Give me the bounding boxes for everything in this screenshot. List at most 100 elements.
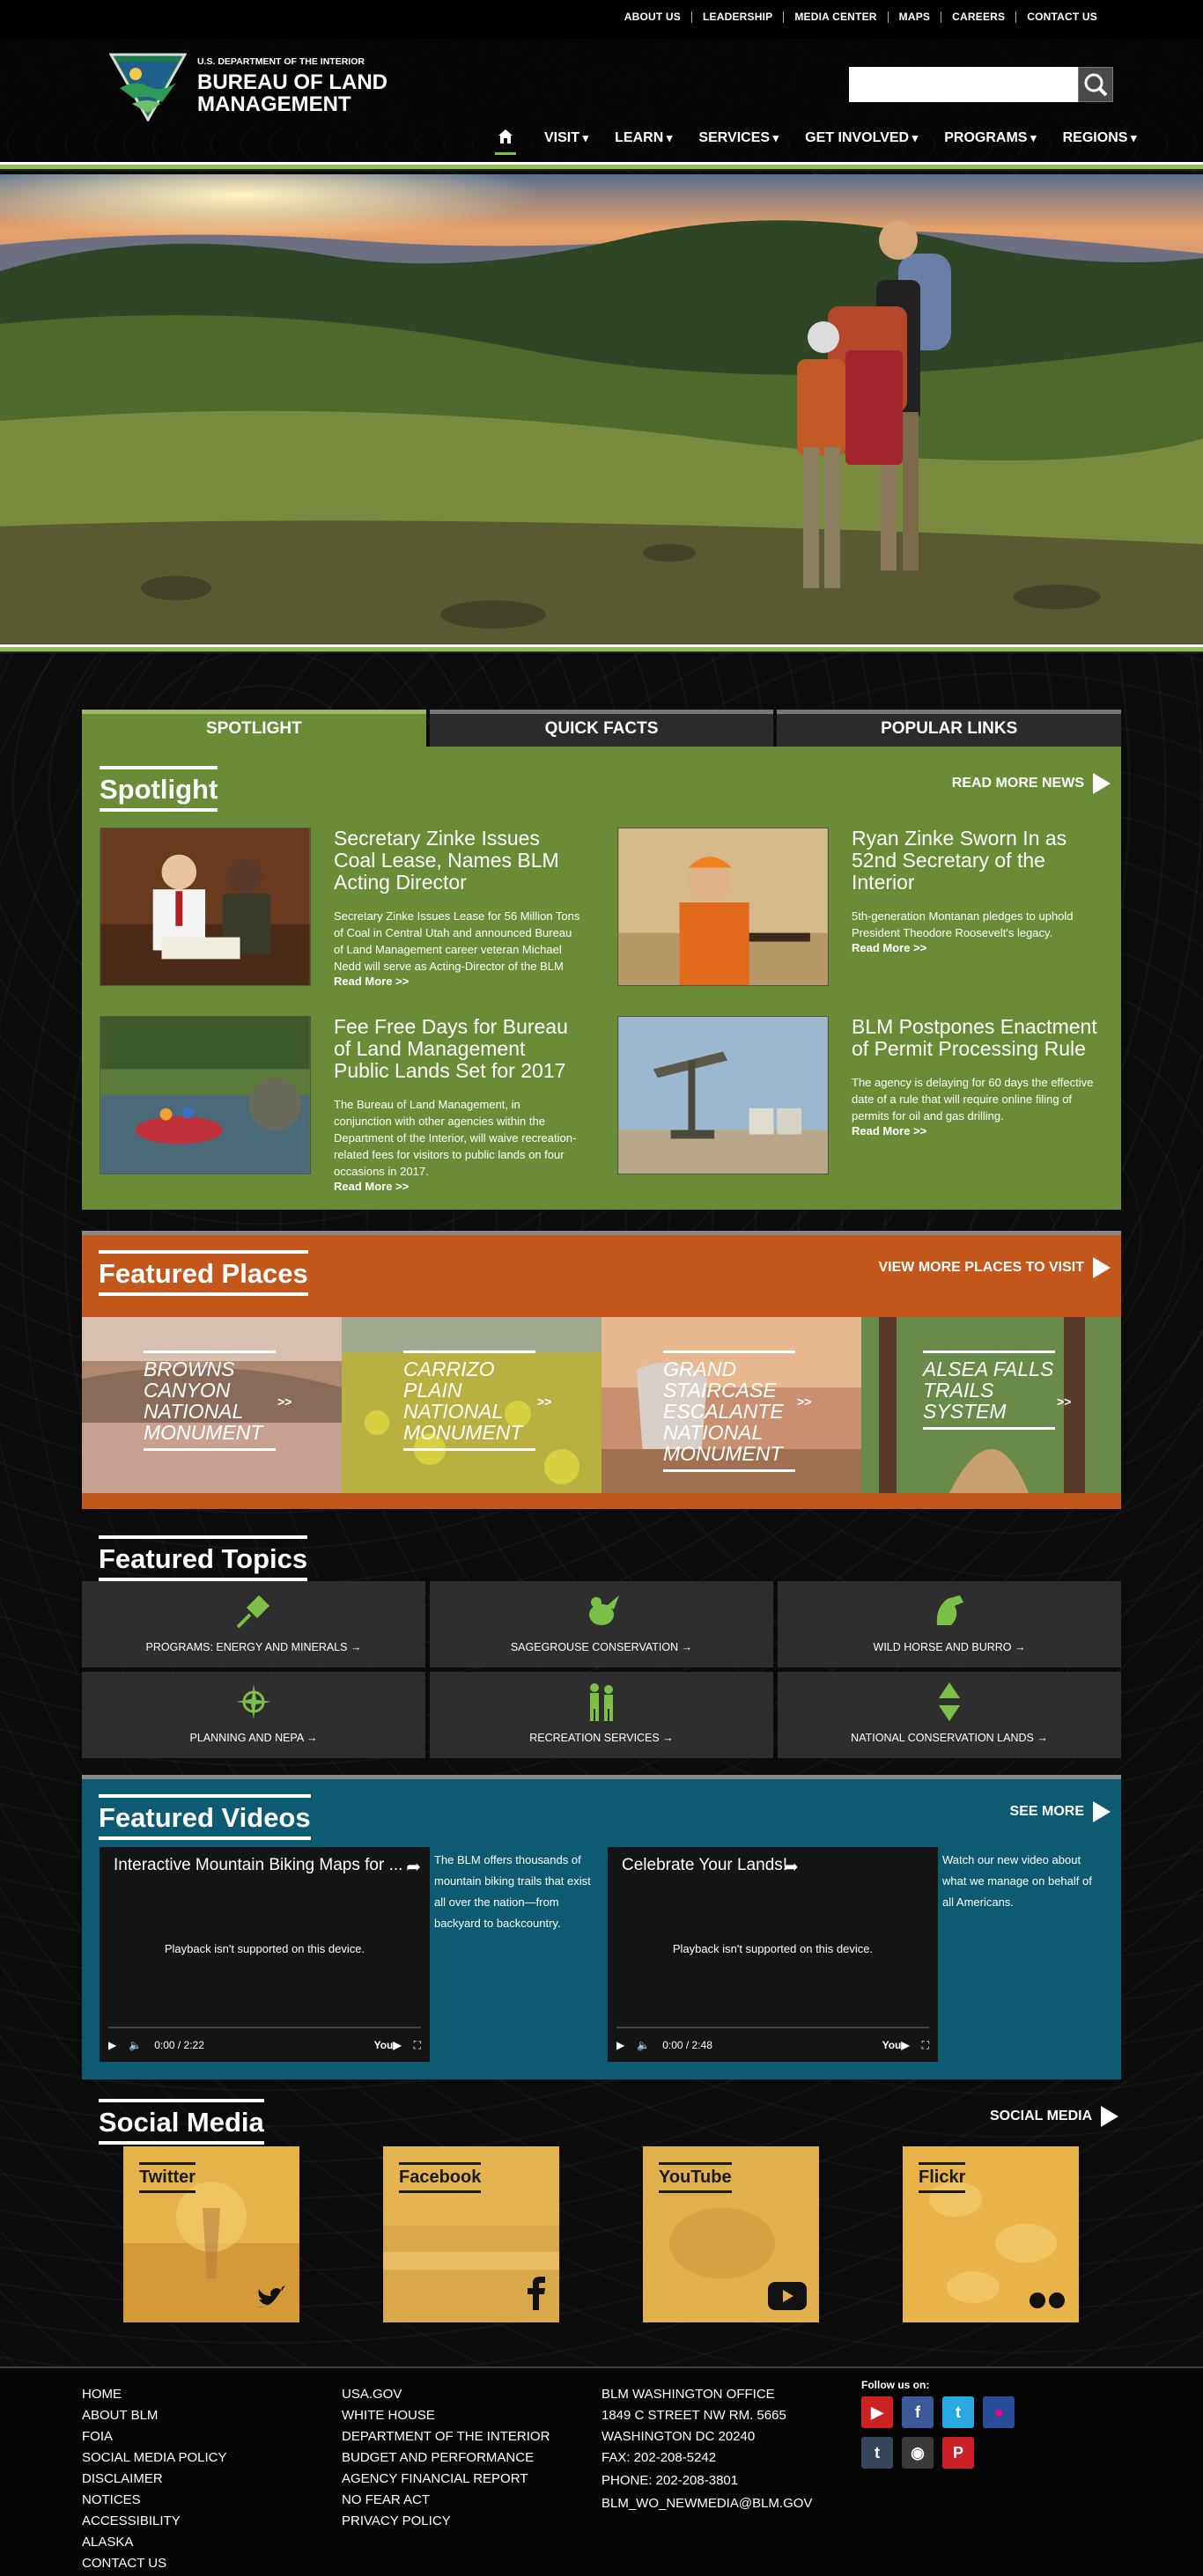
video-player[interactable]: Celebrate Your Lands! ➦ Playback isn't s… (608, 1847, 938, 2062)
video-title[interactable]: Celebrate Your Lands! (622, 1856, 787, 1875)
place-card-browns-canyon[interactable]: Browns Canyon National Monument >> (82, 1317, 342, 1493)
search-input[interactable] (849, 67, 1078, 102)
footer-link[interactable]: ACCESSIBILITY (82, 2511, 227, 2532)
topic-planning-nepa[interactable]: PLANNING AND NEPA → (82, 1672, 425, 1758)
place-card-carrizo-plain[interactable]: Carrizo Plain National Monument >> (342, 1317, 602, 1493)
twitter-social-icon[interactable]: t (942, 2396, 974, 2428)
footer-link[interactable]: FOIA (82, 2426, 227, 2447)
news-title[interactable]: Secretary Zinke Issues Coal Lease, Names… (334, 828, 580, 894)
blm-logo[interactable] (109, 53, 187, 121)
footer-link[interactable]: SOCIAL MEDIA POLICY (82, 2447, 227, 2469)
fullscreen-icon[interactable]: ⛶ (414, 2039, 421, 2052)
footer-link[interactable]: ALASKA (82, 2532, 227, 2553)
featured-topics-title: Featured Topics (99, 1535, 308, 1581)
topic-conservation-lands[interactable]: NATIONAL CONSERVATION LANDS → (778, 1672, 1121, 1758)
tab-quick-facts[interactable]: QUICK FACTS (429, 710, 774, 747)
footer-link[interactable]: CONTACT US (82, 2553, 227, 2574)
topic-sagegrouse[interactable]: SAGEGROUSE CONSERVATION → (430, 1581, 773, 1667)
see-more-videos-link[interactable]: SEE MORE (1010, 1801, 1111, 1822)
util-link-media-center[interactable]: MEDIA CENTER (783, 11, 887, 23)
search-button[interactable] (1078, 67, 1113, 102)
youtube-social-icon[interactable]: ▶ (861, 2396, 893, 2428)
video-player[interactable]: Interactive Mountain Biking Maps for ...… (100, 1847, 430, 2062)
footer-link[interactable]: USA.GOV (342, 2384, 550, 2405)
nav-services[interactable]: SERVICES (698, 127, 779, 155)
featured-videos-section: Featured Videos SEE MORE Interactive Mou… (82, 1775, 1121, 2079)
home-nav-button[interactable] (495, 127, 516, 155)
footer-link[interactable]: AGENCY FINANCIAL REPORT (342, 2469, 550, 2490)
util-link-maps[interactable]: MAPS (887, 11, 941, 23)
read-more-news-link[interactable]: READ MORE NEWS (952, 773, 1111, 794)
flickr-social-icon[interactable]: ● (983, 2396, 1015, 2428)
place-go: >> (797, 1395, 812, 1409)
youtube-logo-icon[interactable]: You▶ (374, 2039, 402, 2051)
news-title[interactable]: Ryan Zinke Sworn In as 52nd Secretary of… (852, 828, 1098, 894)
social-card-twitter[interactable]: Twitter (123, 2146, 299, 2322)
topic-energy-minerals[interactable]: PROGRAMS: ENERGY AND MINERALS → (82, 1581, 425, 1667)
nav-learn[interactable]: LEARN (615, 127, 672, 155)
footer-link[interactable]: WHITE HOUSE (342, 2405, 550, 2426)
footer-link[interactable]: BUDGET AND PERFORMANCE (342, 2447, 550, 2469)
view-more-places-link[interactable]: VIEW MORE PLACES TO VISIT (878, 1257, 1111, 1278)
nav-visit[interactable]: VISIT (544, 127, 588, 155)
instagram-social-icon[interactable]: ◉ (902, 2437, 934, 2469)
news-photo-signing[interactable] (100, 828, 311, 986)
footer-link[interactable]: DEPARTMENT OF THE INTERIOR (342, 2426, 550, 2447)
topic-wild-horse[interactable]: WILD HORSE AND BURRO → (778, 1581, 1121, 1667)
topic-recreation[interactable]: RECREATION SERVICES → (430, 1672, 773, 1758)
topic-label: WILD HORSE AND BURRO → (873, 1641, 1026, 1653)
social-card-youtube[interactable]: YouTube (643, 2146, 819, 2322)
youtube-logo-icon[interactable]: You▶ (882, 2039, 910, 2051)
play-icon[interactable]: ▶ (108, 2039, 116, 2051)
main-nav: VISIT LEARN SERVICES GET INVOLVED PROGRA… (495, 127, 1163, 155)
nav-regions[interactable]: REGIONS (1063, 127, 1137, 155)
social-label: YouTube (659, 2162, 732, 2193)
util-link-contact[interactable]: CONTACT US (1015, 11, 1108, 23)
fullscreen-icon[interactable]: ⛶ (922, 2039, 929, 2052)
tab-popular-links[interactable]: POPULAR LINKS (777, 710, 1122, 747)
see-more-videos-label: SEE MORE (1009, 1804, 1084, 1819)
nav-get-involved[interactable]: GET INVOLVED (805, 127, 918, 155)
news-title[interactable]: BLM Postpones Enactment of Permit Proces… (852, 1016, 1098, 1060)
facebook-social-icon[interactable]: f (902, 2396, 934, 2428)
play-icon[interactable]: ▶ (616, 2039, 624, 2051)
footer-link[interactable]: ABOUT BLM (82, 2405, 227, 2426)
place-card-alsea-falls[interactable]: Alsea Falls Trails System >> (861, 1317, 1121, 1493)
nav-programs[interactable]: PROGRAMS (944, 127, 1036, 155)
pinterest-social-icon[interactable]: P (942, 2437, 974, 2469)
office-email[interactable]: BLM_WO_NEWMEDIA@BLM.GOV (602, 2493, 812, 2514)
office-city: WASHINGTON DC 20240 (602, 2429, 756, 2444)
social-card-facebook[interactable]: Facebook (383, 2146, 559, 2322)
read-more-link[interactable]: Read More >> (334, 1180, 580, 1193)
volume-icon[interactable]: 🔈 (129, 2039, 142, 2051)
read-more-link[interactable]: Read More >> (852, 1124, 1098, 1137)
read-more-link[interactable]: Read More >> (852, 941, 1098, 954)
social-card-flickr[interactable]: Flickr (903, 2146, 1079, 2322)
video-description: Watch our new video about what we manage… (942, 1853, 1092, 1909)
share-icon[interactable]: ➦ (784, 1856, 799, 1878)
util-link-leadership[interactable]: LEADERSHIP (691, 11, 783, 23)
volume-icon[interactable]: 🔈 (637, 2039, 650, 2051)
news-photo-zinke[interactable] (617, 828, 829, 986)
tab-spotlight[interactable]: SPOTLIGHT (82, 710, 426, 747)
read-more-link[interactable]: Read More >> (334, 975, 580, 988)
tumblr-social-icon[interactable]: t (861, 2437, 893, 2469)
share-icon[interactable]: ➦ (406, 1856, 421, 1878)
topic-label: NATIONAL CONSERVATION LANDS → (851, 1732, 1048, 1744)
util-link-about[interactable]: ABOUT US (614, 11, 691, 23)
news-photo-pumpjack[interactable] (617, 1016, 829, 1174)
footer-link[interactable]: DISCLAIMER (82, 2469, 227, 2490)
place-label: Alsea Falls Trails System (923, 1351, 1055, 1430)
footer-link[interactable]: PRIVACY POLICY (342, 2511, 550, 2532)
util-link-careers[interactable]: CAREERS (941, 11, 1015, 23)
footer-link[interactable]: HOME (82, 2384, 227, 2405)
social-media-link[interactable]: SOCIAL MEDIA (990, 2106, 1119, 2127)
place-card-grand-staircase[interactable]: Grand Staircase Escalante National Monum… (602, 1317, 861, 1493)
header-divider (0, 162, 1203, 171)
video-title[interactable]: Interactive Mountain Biking Maps for ... (114, 1856, 402, 1875)
footer-link[interactable]: NO FEAR ACT (342, 2490, 550, 2511)
news-title[interactable]: Fee Free Days for Bureau of Land Managem… (334, 1016, 580, 1082)
agency-name[interactable]: BUREAU OF LAND MANAGEMENT (197, 71, 409, 115)
news-photo-rafting[interactable] (100, 1016, 311, 1174)
footer-link[interactable]: NOTICES (82, 2490, 227, 2511)
